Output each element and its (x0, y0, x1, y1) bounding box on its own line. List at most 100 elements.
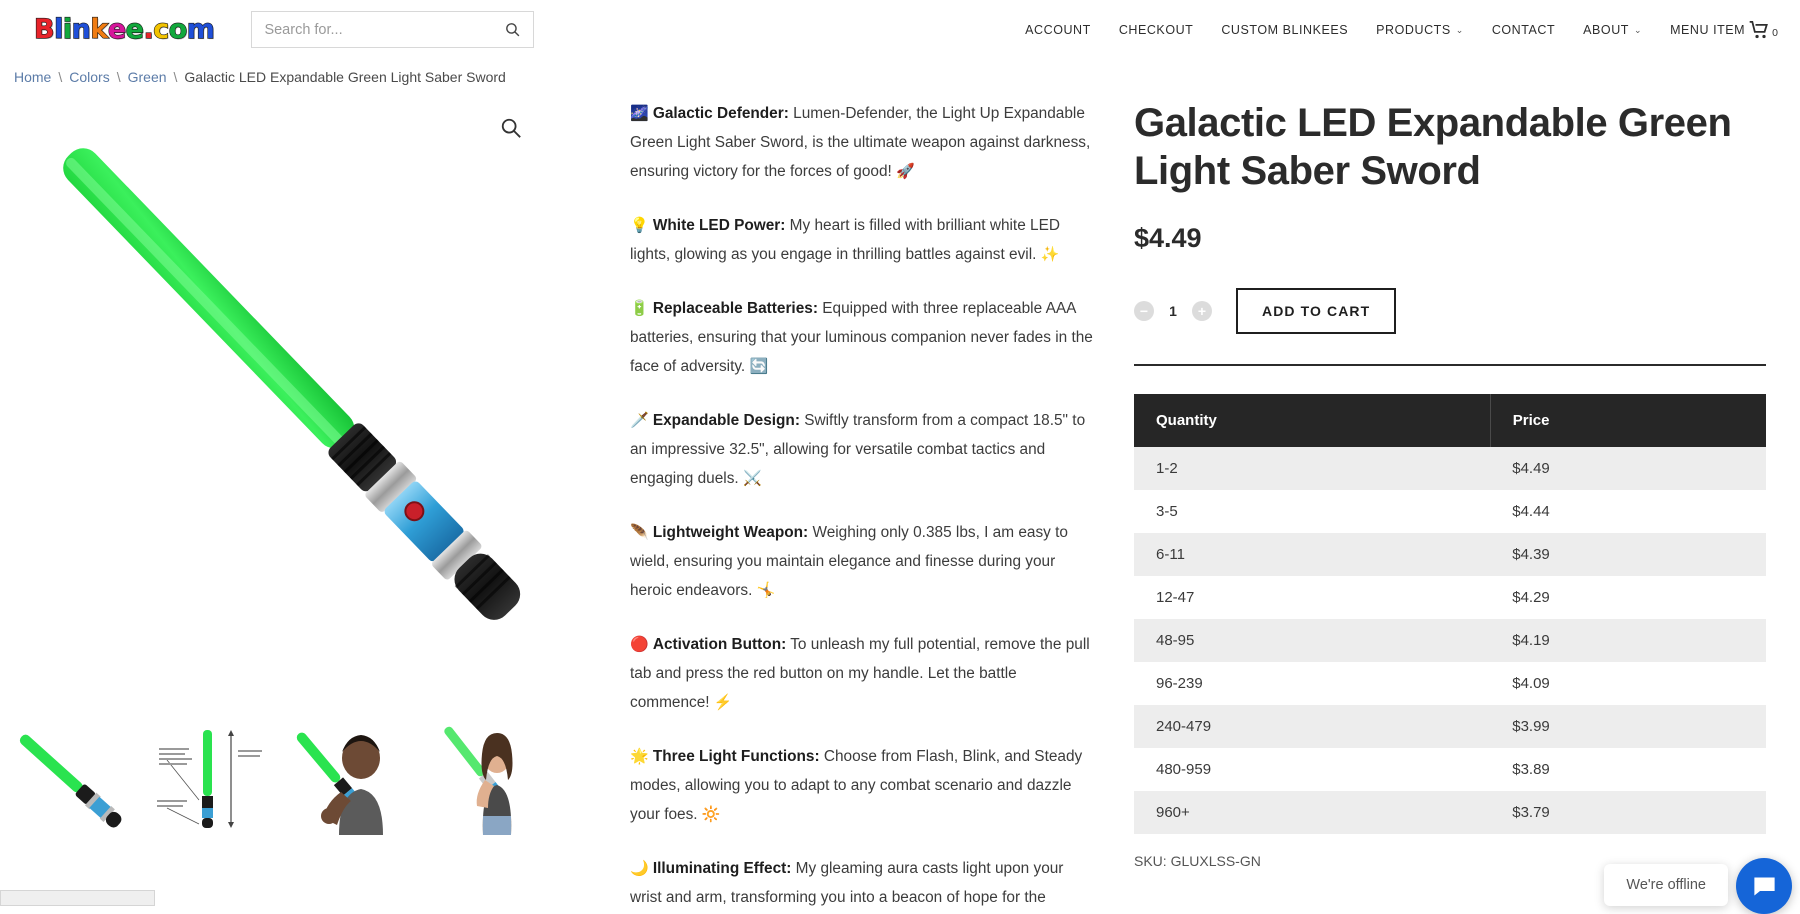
cart-count-badge: 0 (1772, 27, 1778, 39)
table-body: 1-2$4.493-5$4.446-11$4.3912-47$4.2948-95… (1134, 447, 1766, 834)
purchase-controls: − 1 + ADD TO CART (1134, 288, 1766, 334)
description-paragraph: 🌟 Three Light Functions: Choose from Fla… (630, 742, 1094, 829)
bullet-emoji-icon: 🔋 (630, 300, 653, 317)
breadcrumb-separator: \ (174, 69, 178, 85)
add-to-cart-button[interactable]: ADD TO CART (1236, 288, 1396, 334)
product-purchase-panel: Galactic LED Expandable Green Light Sabe… (1112, 99, 1800, 869)
cell-price: $4.09 (1490, 662, 1766, 705)
thumb-image-1 (5, 720, 135, 835)
description-title: Galactic Defender: (653, 105, 789, 122)
search-input[interactable] (264, 22, 504, 38)
bullet-emoji-icon: 💡 (630, 217, 653, 234)
chat-launcher-button[interactable] (1736, 858, 1792, 914)
nav-item-label: MENU ITEM (1670, 23, 1745, 37)
cell-quantity: 3-5 (1134, 490, 1490, 533)
zoom-magnifier-icon[interactable] (500, 117, 522, 139)
description-title: Three Light Functions: (653, 748, 820, 765)
nav-item-label: CONTACT (1492, 23, 1555, 37)
breadcrumb-link-colors[interactable]: Colors (69, 69, 109, 85)
page-title: Galactic LED Expandable Green Light Sabe… (1134, 99, 1766, 195)
nav-item-label: ABOUT (1583, 23, 1629, 37)
nav-item-label: PRODUCTS (1376, 23, 1451, 37)
main-navigation: ACCOUNT CHECKOUT CUSTOM BLINKEES PRODUCTS ⌄ C… (1025, 23, 1745, 37)
cell-quantity: 480-959 (1134, 748, 1490, 791)
description-title: Illuminating Effect: (653, 860, 792, 877)
cell-price: $3.79 (1490, 791, 1766, 834)
thumb-image-2 (145, 720, 275, 835)
trailing-emoji-icon: 🤸 (757, 582, 776, 599)
table-row: 480-959$3.89 (1134, 748, 1766, 791)
table-row: 96-239$4.09 (1134, 662, 1766, 705)
thumb-product-angled[interactable] (0, 717, 140, 837)
logo-letter: i (63, 14, 72, 45)
cell-price: $4.29 (1490, 576, 1766, 619)
site-logo[interactable]: Blinkee.com (34, 14, 214, 45)
thumb-image-3 (285, 720, 415, 835)
section-divider (1134, 364, 1766, 366)
product-page-main: 🌌 Galactic Defender: Lumen-Defender, the… (0, 85, 1800, 895)
search-box[interactable] (251, 11, 534, 48)
nav-item-label: CHECKOUT (1119, 23, 1194, 37)
quantity-decrease-button[interactable]: − (1134, 301, 1154, 321)
description-title: Replaceable Batteries: (653, 300, 818, 317)
table-row: 48-95$4.19 (1134, 619, 1766, 662)
description-paragraph: 🌌 Galactic Defender: Lumen-Defender, the… (630, 99, 1094, 186)
trailing-emoji-icon: ✨ (1041, 246, 1060, 263)
nav-item-menu-item[interactable]: MENU ITEM (1670, 23, 1745, 37)
nav-item-label: CUSTOM BLINKEES (1221, 23, 1348, 37)
breadcrumb-link-green[interactable]: Green (128, 69, 167, 85)
chevron-down-icon: ⌄ (1456, 25, 1464, 36)
logo-letter: c (153, 14, 169, 45)
product-gallery (0, 99, 612, 837)
logo-letter: . (143, 14, 153, 45)
search-icon[interactable] (504, 21, 521, 38)
logo-letter: e (126, 14, 144, 45)
quantity-value[interactable]: 1 (1154, 303, 1192, 319)
product-main-image[interactable] (0, 99, 612, 699)
cell-price: $4.49 (1490, 447, 1766, 490)
trailing-emoji-icon: 🚀 (896, 163, 915, 180)
table-header-row: QuantityPrice (1134, 394, 1766, 447)
nav-item-contact[interactable]: CONTACT (1492, 23, 1555, 37)
nav-item-products[interactable]: PRODUCTS ⌄ (1376, 23, 1464, 37)
lightsaber-illustration (0, 99, 612, 699)
logo-letter: B (34, 14, 54, 45)
cell-price: $3.99 (1490, 705, 1766, 748)
nav-item-label: ACCOUNT (1025, 23, 1091, 37)
table-row: 1-2$4.49 (1134, 447, 1766, 490)
trailing-emoji-icon: 🔆 (702, 806, 721, 823)
quantity-increase-button[interactable]: + (1192, 301, 1212, 321)
bullet-emoji-icon: 🌌 (630, 105, 653, 122)
description-title: Activation Button: (653, 636, 786, 653)
column-header-quantity: Quantity (1134, 394, 1490, 447)
thumb-dimension-diagram[interactable] (140, 717, 280, 837)
cell-quantity: 48-95 (1134, 619, 1490, 662)
chevron-down-icon: ⌄ (1634, 25, 1642, 36)
trailing-emoji-icon: 🔄 (749, 358, 768, 375)
nav-item-checkout[interactable]: CHECKOUT (1119, 23, 1194, 37)
breadcrumb-link-home[interactable]: Home (14, 69, 51, 85)
column-header-price: Price (1490, 394, 1766, 447)
trailing-emoji-icon: ⚡ (714, 694, 733, 711)
cell-quantity: 1-2 (1134, 447, 1490, 490)
cell-quantity: 96-239 (1134, 662, 1490, 705)
nav-item-about[interactable]: ABOUT ⌄ (1583, 23, 1642, 37)
bullet-emoji-icon: 🌟 (630, 748, 653, 765)
nav-item-custom-blinkees[interactable]: CUSTOM BLINKEES (1221, 23, 1348, 37)
table-row: 3-5$4.44 (1134, 490, 1766, 533)
table-row: 6-11$4.39 (1134, 533, 1766, 576)
chat-bubble-icon (1751, 873, 1778, 900)
cell-price: $4.39 (1490, 533, 1766, 576)
breadcrumb-current: Galactic LED Expandable Green Light Sabe… (184, 69, 505, 85)
description-paragraph: 🪶 Lightweight Weapon: Weighing only 0.38… (630, 518, 1094, 605)
description-paragraph: 💡 White LED Power: My heart is filled wi… (630, 211, 1094, 269)
footer-placeholder-strip (0, 890, 155, 906)
bullet-emoji-icon: 🔴 (630, 636, 653, 653)
thumb-boy-holding-saber[interactable] (280, 717, 420, 837)
table-row: 240-479$3.99 (1134, 705, 1766, 748)
cart-button[interactable]: 0 (1749, 21, 1778, 39)
shopping-cart-icon[interactable] (1749, 21, 1770, 39)
thumb-girl-holding-saber[interactable] (420, 717, 560, 837)
description-paragraph: 🗡️ Expandable Design: Swiftly transform … (630, 406, 1094, 493)
nav-item-account[interactable]: ACCOUNT (1025, 23, 1091, 37)
